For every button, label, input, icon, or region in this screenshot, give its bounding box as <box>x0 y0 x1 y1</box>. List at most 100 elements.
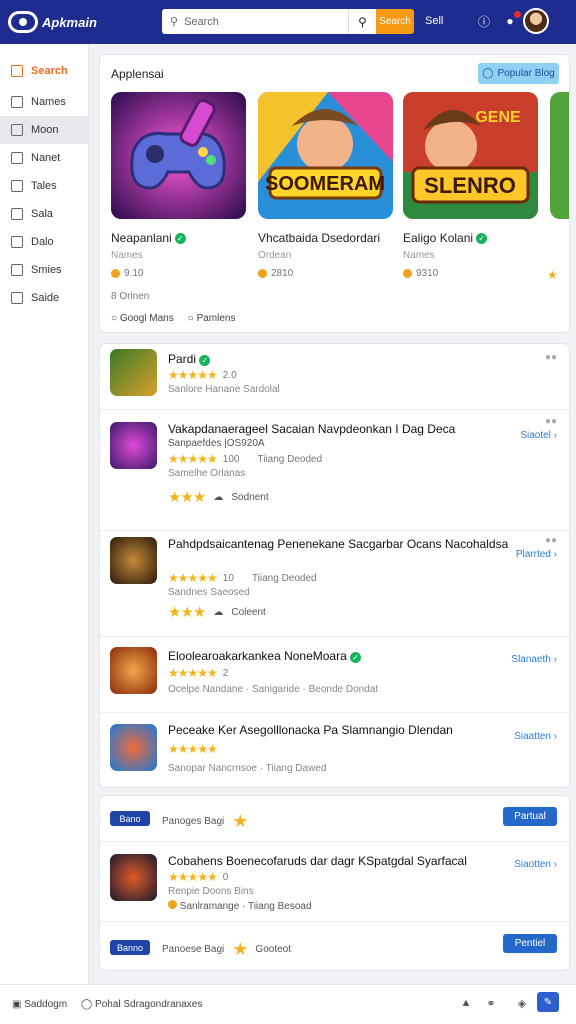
verified-icon: ✓ <box>174 232 186 244</box>
app-link[interactable]: Siaotel › <box>520 430 557 441</box>
list-item[interactable]: Eloolearoakarkankea NoneMoara ✓ ★★★★★ 2 O… <box>100 637 569 713</box>
list-item[interactable]: Pardi ✓ ★★★★★ 2.0 Sanlore Hanane Sardolal… <box>100 344 569 410</box>
stars-icon: ★★★ <box>168 604 206 621</box>
footer-item-2[interactable]: ◯ Pohal Sdragondranaxes <box>81 999 202 1010</box>
circle-icon: ◯ <box>81 999 93 1010</box>
popular-blog-button[interactable]: ◯ Popular Blog <box>478 63 559 84</box>
promo-button[interactable]: Partual <box>503 807 557 826</box>
app-icon <box>110 854 157 901</box>
more-icon[interactable]: ●● <box>545 352 557 363</box>
more-icon[interactable]: ●● <box>545 535 557 546</box>
app-title: Pahdpdsaicantenag Penenekane Sacgarbar O… <box>168 537 509 551</box>
coin-icon <box>403 269 412 278</box>
tile-name-1: Neapanlani ✓ <box>111 231 186 245</box>
list-icon <box>11 152 23 164</box>
app-icon <box>110 537 157 584</box>
coin-icon <box>168 900 177 909</box>
search-submit-icon[interactable]: ⚲ <box>348 9 376 34</box>
stars-icon: ★★★★★ <box>168 368 218 382</box>
stars-icon: ★★★★★ <box>168 742 218 756</box>
sidebar-item-moon[interactable]: Moon <box>0 116 88 144</box>
app-link[interactable]: Siaatten › <box>514 731 557 742</box>
site-logo[interactable]: Apkmain <box>8 11 158 33</box>
app-icon <box>110 349 157 396</box>
app-meta: Sanlore Hanane Sardolal <box>168 384 280 395</box>
featured-title: Applensai <box>111 67 164 81</box>
featured-tile-partial[interactable] <box>550 92 569 219</box>
star-icon: ★ <box>547 268 558 282</box>
app-list-card: Pardi ✓ ★★★★★ 2.0 Sanlore Hanane Sardolal… <box>99 343 570 788</box>
list-item[interactable]: Cobahens Boenecofaruds dar dagr KSpatgda… <box>100 842 569 922</box>
promo-row: Bano Panoges Bagi ★ Partual <box>100 796 569 842</box>
footer-action-icon[interactable]: ✎ <box>537 992 559 1012</box>
pamlens-link[interactable]: ○ Pamlens <box>188 313 236 324</box>
app-link[interactable]: Slanaeth › <box>511 654 557 665</box>
sidebar-item-smies[interactable]: Smies <box>0 256 88 284</box>
app-rating: ★★★★★ 100 Tiiang Deoded <box>168 452 323 466</box>
doc-icon <box>11 96 23 108</box>
character-art-icon: SOOMERAM <box>258 92 393 219</box>
app-meta: Sanopar Nancrnsoe · Tiiang Dawed <box>168 763 327 774</box>
sidebar-item-sala[interactable]: Sala <box>0 200 88 228</box>
app-link[interactable]: Plarrted › <box>516 549 557 560</box>
stars-icon: ★★★★★ <box>168 571 218 585</box>
stars-icon: ★★★ <box>168 489 206 506</box>
sidebar: Search Names Moon Nanet Tales Sala Dalo … <box>0 44 89 984</box>
app-rating: ★★★★★ 10 Tiiang Deoded <box>168 571 317 585</box>
tile-name-3: Ealigo Kolani ✓ <box>403 231 488 245</box>
app-rating: ★★★★★ 0 <box>168 870 229 884</box>
header-link[interactable]: Sell <box>425 15 443 27</box>
search-placeholder: Search <box>184 15 219 28</box>
sidebar-item-saide[interactable]: Saide <box>0 284 88 312</box>
settings-icon <box>11 292 23 304</box>
list-item[interactable]: Peceake Ker Asegolllonacka Pa Slamnangio… <box>100 713 569 789</box>
tile-sub-2: Ordean <box>258 250 292 261</box>
tool-icon <box>11 180 23 192</box>
footer-item-1[interactable]: ▣ Saddogm <box>12 999 67 1010</box>
app-icon <box>110 724 157 771</box>
hero-art-icon: GENE SLENRO <box>403 92 538 219</box>
search-button[interactable]: Search <box>376 9 414 34</box>
cube-icon[interactable]: ◈ <box>515 996 529 1010</box>
share-icon[interactable]: ☁ <box>213 607 223 618</box>
share-icon[interactable]: ☁ <box>213 492 223 503</box>
google-link[interactable]: ○ Googl Mans <box>111 313 174 324</box>
sidebar-item-tales[interactable]: Tales <box>0 172 88 200</box>
app-title: Pardi ✓ <box>168 352 211 366</box>
sidebar-item-dalo[interactable]: Dalo <box>0 228 88 256</box>
sidebar-item-search[interactable]: Search <box>0 54 88 88</box>
promo-row: Banno Panoese Bagi ★ Gooteot Pentiel <box>100 922 569 972</box>
search-input[interactable]: ⚲ Search <box>162 9 348 34</box>
info-icon[interactable]: ⓘ <box>476 13 492 29</box>
featured-tile-hero[interactable]: GENE SLENRO <box>403 92 538 219</box>
verified-icon: ✓ <box>476 232 488 244</box>
more-icon[interactable]: ●● <box>545 416 557 427</box>
globe-icon: ◯ <box>482 68 494 79</box>
tile-rating-3: 9310 <box>403 268 438 279</box>
featured-tile-character[interactable]: SOOMERAM <box>258 92 393 219</box>
sidebar-item-nanet[interactable]: Nanet <box>0 144 88 172</box>
app-meta: Ocelpe Nandane · Sanigaride · Beonde Don… <box>168 684 379 695</box>
tile-rating-1: 9.10 <box>111 268 143 279</box>
lock-icon[interactable]: ▲ <box>459 996 473 1010</box>
logo-text: Apkmain <box>42 14 97 30</box>
list-item[interactable]: Pahdpdsaicantenag Penenekane Sacgarbar O… <box>100 531 569 637</box>
app-subtitle: Sanpaefdes |OS920A <box>168 438 265 449</box>
sidebar-item-names[interactable]: Names <box>0 88 88 116</box>
promo-label: Panoese Bagi ★ Gooteot <box>162 939 292 959</box>
tag-badge: Banno <box>110 940 150 955</box>
stars-icon: ★★★★★ <box>168 870 218 884</box>
promo-button[interactable]: Pentiel <box>503 934 557 953</box>
user-icon <box>11 208 23 220</box>
list-item[interactable]: Vakapdanaerageel Sacaian Navpdeonkan I D… <box>100 410 569 531</box>
avatar[interactable] <box>523 8 549 34</box>
featured-card: Applensai ◯ Popular Blog SOOMERAM GENE S… <box>99 54 570 333</box>
svg-text:SLENRO: SLENRO <box>424 173 516 198</box>
featured-tile-controller[interactable] <box>111 92 246 219</box>
svg-text:GENE: GENE <box>475 109 521 126</box>
tag-badge: Bano <box>110 811 150 826</box>
link-icon[interactable]: ⚭ <box>484 996 498 1010</box>
tile-rating-4: ★ <box>547 268 558 282</box>
app-mini-rating: ★★★ ☁ Coleent <box>168 604 266 621</box>
app-link[interactable]: Siaotten › <box>514 859 557 870</box>
